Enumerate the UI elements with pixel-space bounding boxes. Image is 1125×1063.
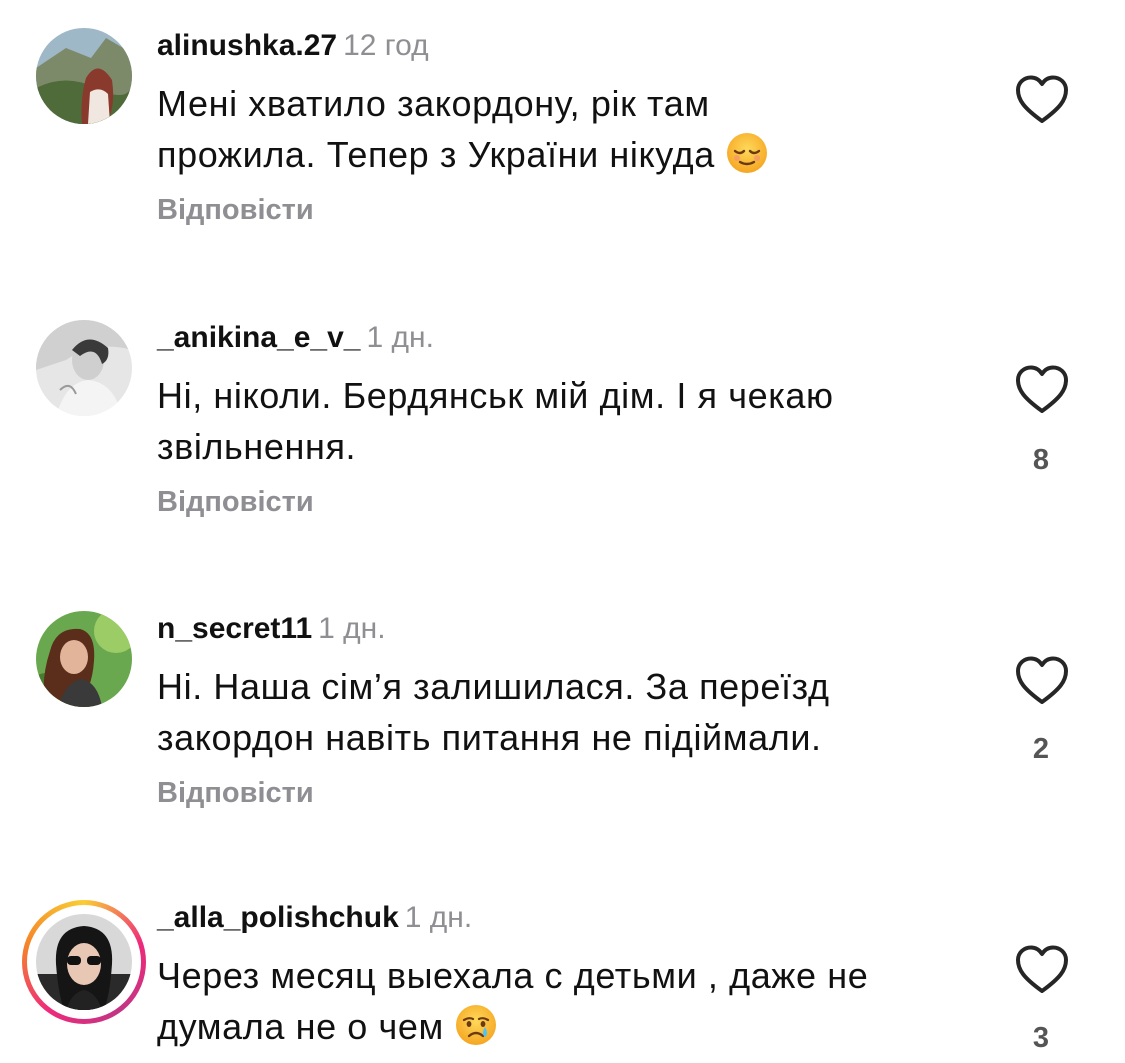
comment-text-line: Ні, ніколи. Бердянськ мій дім. І я чекаю: [157, 375, 834, 416]
heart-icon: [1016, 656, 1068, 704]
comment-text-line-wrap: прожила. Тепер з України нікуда: [157, 129, 957, 180]
like-button[interactable]: [1014, 364, 1070, 416]
reply-button[interactable]: Відповісти: [157, 777, 314, 810]
comment-text: Ні, ніколи. Бердянськ мій дім. І я чекаю…: [157, 370, 957, 472]
story-ring[interactable]: [22, 900, 146, 1024]
comment-text-line: звільнення.: [157, 426, 357, 467]
comment-text-line: Через месяц выехала с детьми , даже не: [157, 955, 869, 996]
comment-text-line-wrap: думала не о чем: [157, 1001, 957, 1052]
comment-text: Мені хватило закордону, рік там прожила.…: [157, 78, 957, 180]
like-button[interactable]: [1014, 944, 1070, 996]
comment-text-line: закордон навіть питання не підіймали.: [157, 717, 822, 758]
username[interactable]: _alla_polishchuk: [157, 901, 399, 934]
comment-header: n_secret11 1 дн.: [157, 611, 386, 647]
timestamp: 1 дн.: [318, 612, 386, 645]
timestamp: 1 дн.: [366, 321, 434, 354]
username[interactable]: _anikina_e_v_: [157, 321, 360, 354]
avatar[interactable]: [36, 28, 132, 124]
comment-header: alinushka.27 12 год: [157, 28, 429, 64]
crying-face-icon: [454, 1003, 498, 1047]
comment-text-line: думала не о чем: [157, 1006, 444, 1047]
like-count[interactable]: 8: [1000, 444, 1082, 477]
like-count[interactable]: 2: [1000, 733, 1082, 766]
avatar[interactable]: [36, 320, 132, 416]
timestamp: 12 год: [343, 29, 429, 62]
heart-icon: [1016, 945, 1068, 993]
like-button[interactable]: [1014, 74, 1070, 126]
reply-button[interactable]: Відповісти: [157, 194, 314, 227]
comment-text: Ні. Наша сім’я залишилася. За переїзд за…: [157, 661, 957, 763]
like-count[interactable]: 3: [1000, 1022, 1082, 1055]
comment-text-line: Ні. Наша сім’я залишилася. За переїзд: [157, 666, 830, 707]
timestamp: 1 дн.: [404, 901, 473, 934]
heart-icon: [1016, 365, 1068, 413]
heart-icon: [1016, 75, 1068, 123]
like-button[interactable]: [1014, 655, 1070, 707]
avatar[interactable]: [36, 611, 132, 707]
relieved-face-icon: [725, 131, 769, 175]
username[interactable]: alinushka.27: [157, 29, 337, 62]
comment-text-line: Мені хватило закордону, рік там: [157, 83, 710, 124]
comment-header: _alla_polishchuk 1 дн.: [157, 900, 472, 936]
comment-header: _anikina_e_v_ 1 дн.: [157, 320, 434, 356]
comment-text-line: прожила. Тепер з України нікуда: [157, 134, 715, 175]
reply-button[interactable]: Відповісти: [157, 486, 314, 519]
avatar[interactable]: [36, 914, 132, 1010]
comment-text: Через месяц выехала с детьми , даже не д…: [157, 950, 957, 1052]
username[interactable]: n_secret11: [157, 612, 312, 645]
